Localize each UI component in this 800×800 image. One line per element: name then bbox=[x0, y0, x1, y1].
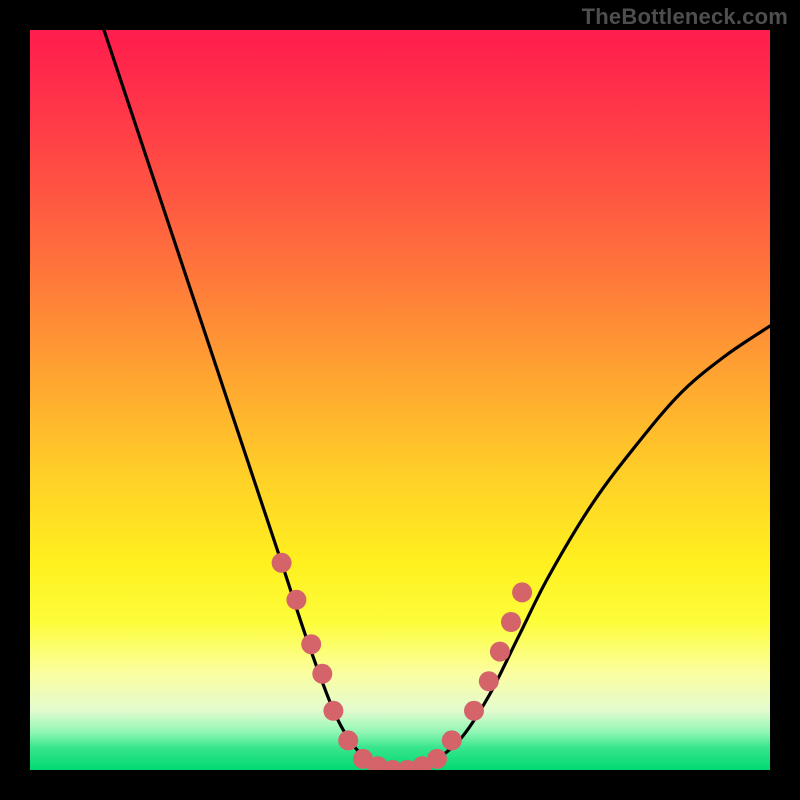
curve-dot bbox=[464, 701, 484, 721]
chart-frame: TheBottleneck.com bbox=[0, 0, 800, 800]
curve-dot bbox=[442, 730, 462, 750]
curve-dot bbox=[427, 749, 447, 769]
curve-dot bbox=[323, 701, 343, 721]
curve-dot bbox=[338, 730, 358, 750]
curve-dot bbox=[286, 590, 306, 610]
bottleneck-curve bbox=[104, 30, 770, 770]
curve-dot bbox=[479, 671, 499, 691]
curve-svg bbox=[30, 30, 770, 770]
plot-area bbox=[30, 30, 770, 770]
curve-dot bbox=[272, 553, 292, 573]
curve-dot bbox=[512, 582, 532, 602]
watermark-text: TheBottleneck.com bbox=[582, 4, 788, 30]
curve-dot bbox=[490, 642, 510, 662]
curve-dot bbox=[301, 634, 321, 654]
curve-dot bbox=[501, 612, 521, 632]
curve-dots-group bbox=[272, 553, 532, 770]
curve-dot bbox=[312, 664, 332, 684]
